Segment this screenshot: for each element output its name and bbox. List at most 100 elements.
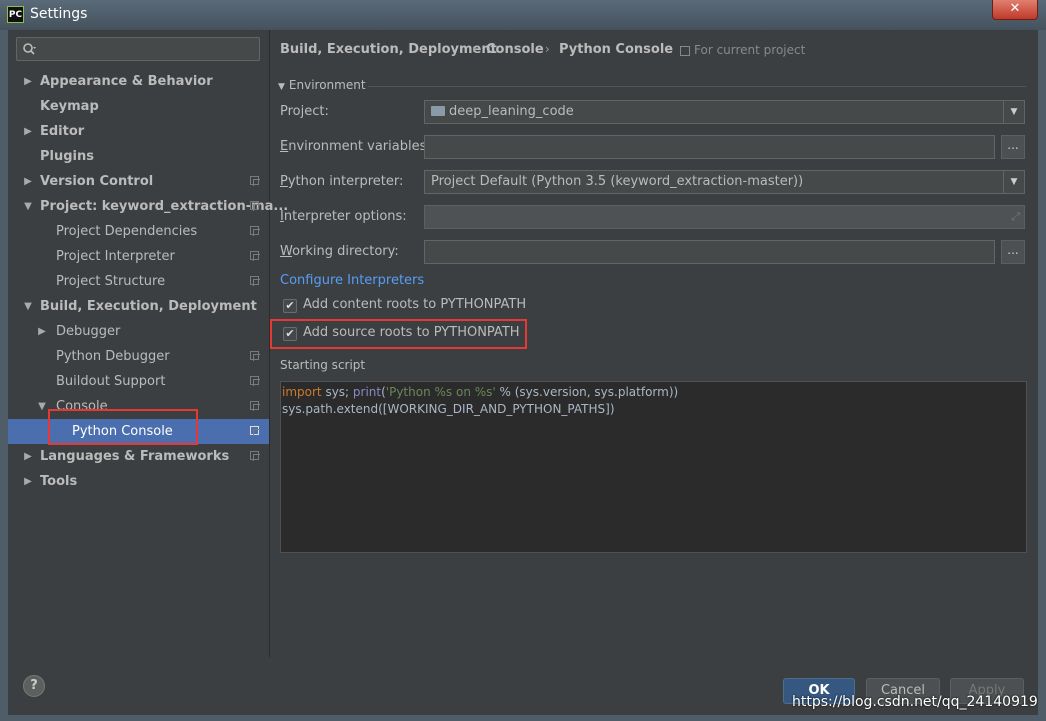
- window-title: Settings: [30, 6, 88, 22]
- tree-item-label: Tools: [40, 474, 78, 489]
- close-window-button[interactable]: ✕: [992, 0, 1038, 20]
- mnemonic: W: [280, 244, 293, 259]
- env-vars-browse-button[interactable]: ...: [1001, 135, 1025, 159]
- environment-header-label: Environment: [288, 78, 366, 92]
- starting-script-label: Starting script: [280, 358, 366, 372]
- working-dir-browse-button[interactable]: ...: [1001, 240, 1025, 264]
- project-scope-icon: [250, 401, 260, 411]
- mnemonic: P: [280, 174, 288, 189]
- chevron-down-icon[interactable]: ▼: [1003, 101, 1024, 123]
- tree-item-version-control[interactable]: ▶ Version Control: [8, 169, 269, 194]
- project-scope-icon: [250, 276, 260, 286]
- expand-icon[interactable]: ⤢: [1011, 210, 1020, 224]
- script-keyword: import: [282, 385, 322, 399]
- breadcrumb-separator-icon: ›: [472, 42, 477, 56]
- chevron-right-icon[interactable]: ▶: [22, 119, 34, 144]
- project-scope-icon: [250, 351, 260, 361]
- highlight-box-python-console: [48, 409, 198, 445]
- chevron-right-icon[interactable]: ▶: [22, 469, 34, 494]
- search-icon: [23, 43, 36, 55]
- help-icon[interactable]: ?: [23, 675, 45, 697]
- tree-item-python-debugger[interactable]: Python Debugger: [8, 344, 269, 369]
- tree-item-build-execution-deployment[interactable]: ▼ Build, Execution, Deployment: [8, 294, 269, 319]
- project-scope-icon: [250, 251, 260, 261]
- breadcrumb-separator-icon: ›: [545, 42, 550, 56]
- tree-item-project-interpreter[interactable]: Project Interpreter: [8, 244, 269, 269]
- settings-search-input[interactable]: [16, 37, 260, 61]
- chevron-right-icon[interactable]: ▶: [22, 169, 34, 194]
- highlight-box-source-roots: [270, 319, 527, 349]
- project-scope-icon: [250, 376, 260, 386]
- interp-options-label: Interpreter options:: [280, 209, 407, 224]
- script-text: sys;: [321, 385, 353, 399]
- chevron-down-icon[interactable]: ▼: [278, 82, 285, 92]
- content-roots-label[interactable]: Add content roots to PYTHONPATH: [303, 297, 526, 312]
- chevron-down-icon[interactable]: ▼: [36, 394, 48, 419]
- env-vars-field[interactable]: [424, 135, 995, 159]
- scope-indicator: For current project: [680, 43, 805, 57]
- chevron-right-icon[interactable]: ▶: [36, 319, 48, 344]
- python-interpreter-combo[interactable]: Project Default (Python 3.5 (keyword_ext…: [424, 170, 1025, 194]
- content-roots-checkbox[interactable]: ✔: [283, 299, 297, 313]
- tree-item-label: Plugins: [40, 149, 94, 164]
- mnemonic: E: [280, 139, 289, 154]
- project-combo[interactable]: deep_leaning_code ▼: [424, 100, 1025, 124]
- environment-section-header[interactable]: ▼ Environment: [278, 78, 366, 92]
- env-vars-label-text: nvironment variables:: [288, 139, 431, 154]
- script-line: import sys; print('Python %s on %s' % (s…: [282, 384, 1026, 401]
- interp-options-label-text: nterpreter options:: [283, 209, 407, 224]
- tree-item-label: Editor: [40, 124, 85, 139]
- tree-item-project-structure[interactable]: Project Structure: [8, 269, 269, 294]
- script-string: 'Python %s on %s': [385, 385, 496, 399]
- tree-item-label: Python Debugger: [56, 349, 170, 364]
- tree-item-debugger[interactable]: ▶ Debugger: [8, 319, 269, 344]
- tree-item-label: Buildout Support: [56, 374, 166, 389]
- tree-item-keymap[interactable]: Keymap: [8, 94, 269, 119]
- window-frame-bottom: [0, 715, 1046, 721]
- working-dir-label: Working directory:: [280, 244, 399, 259]
- script-text: % (sys.version, sys.platform)): [495, 385, 679, 399]
- tree-item-languages-frameworks[interactable]: ▶ Languages & Frameworks: [8, 444, 269, 469]
- chevron-down-icon[interactable]: ▼: [22, 194, 34, 219]
- window-frame-left: [0, 30, 8, 721]
- chevron-right-icon[interactable]: ▶: [22, 444, 34, 469]
- section-divider: [368, 86, 1026, 87]
- tree-item-label: Build, Execution, Deployment: [40, 299, 257, 314]
- pycharm-app-icon: PC: [7, 6, 24, 23]
- chevron-right-icon[interactable]: ▶: [22, 69, 34, 94]
- settings-window: PC Settings ✕ ▶ Appearance & Behavior Ke…: [0, 0, 1046, 721]
- interpreter-label-text: ython interpreter:: [287, 174, 404, 189]
- chevron-down-icon[interactable]: ▼: [1003, 171, 1024, 193]
- working-dir-label-text: orking directory:: [292, 244, 399, 259]
- project-scope-icon: [250, 201, 260, 211]
- project-label: Project:: [280, 104, 329, 119]
- tree-item-project-dependencies[interactable]: Project Dependencies: [8, 219, 269, 244]
- interpreter-options-field[interactable]: ⤢: [424, 205, 1025, 229]
- tree-item-project[interactable]: ▼ Project: keyword_extraction-ma...: [8, 194, 288, 219]
- scope-label: For current project: [694, 43, 806, 57]
- tree-item-label: Keymap: [40, 99, 99, 114]
- tree-item-editor[interactable]: ▶ Editor: [8, 119, 269, 144]
- project-combo-value: deep_leaning_code: [431, 101, 574, 123]
- tree-item-buildout-support[interactable]: Buildout Support: [8, 369, 269, 394]
- tree-item-tools[interactable]: ▶ Tools: [8, 469, 269, 494]
- chevron-down-icon[interactable]: ▼: [22, 294, 34, 319]
- project-scope-icon: [680, 45, 690, 56]
- watermark-text: https://blog.csdn.net/qq_24140919: [792, 694, 1038, 710]
- tree-item-label: Project Structure: [56, 274, 166, 289]
- settings-content-panel: Build, Execution, Deployment › Console ›…: [270, 30, 1038, 657]
- tree-item-label: Version Control: [40, 174, 154, 189]
- env-vars-label: Environment variables:: [280, 139, 431, 154]
- configure-interpreters-link[interactable]: Configure Interpreters: [280, 273, 424, 288]
- title-bar: PC Settings ✕: [0, 0, 1046, 30]
- project-value-text: deep_leaning_code: [449, 104, 574, 119]
- tree-item-label: Appearance & Behavior: [40, 74, 213, 89]
- working-directory-field[interactable]: [424, 240, 995, 264]
- tree-item-plugins[interactable]: Plugins: [8, 144, 269, 169]
- tree-item-appearance[interactable]: ▶ Appearance & Behavior: [8, 69, 269, 94]
- settings-sidebar: ▶ Appearance & Behavior Keymap ▶ Editor …: [8, 30, 288, 657]
- tree-item-label: Debugger: [56, 324, 121, 339]
- breadcrumb-python-console: Python Console: [559, 42, 674, 57]
- starting-script-editor[interactable]: import sys; print('Python %s on %s' % (s…: [280, 381, 1027, 553]
- breadcrumb-build: Build, Execution, Deployment: [280, 42, 497, 57]
